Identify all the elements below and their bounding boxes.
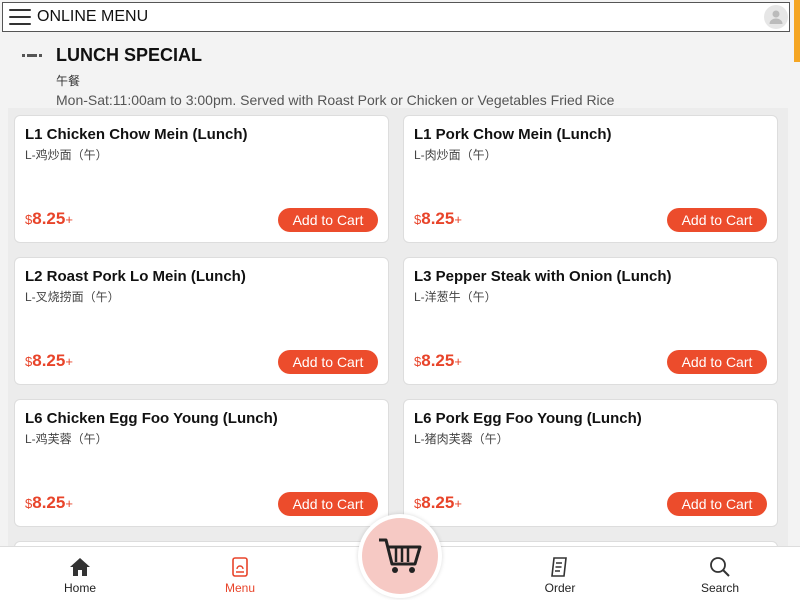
item-price: $8.25+ bbox=[414, 209, 462, 228]
nav-menu-label: Menu bbox=[224, 581, 256, 595]
item-subtitle: L-叉烧捞面（午） bbox=[25, 290, 120, 304]
nav-home[interactable]: Home bbox=[40, 555, 120, 595]
menu-item-card[interactable]: L6 Pork Egg Foo Young (Lunch) L-猪肉芙蓉（午） … bbox=[403, 399, 778, 527]
nav-search-label: Search bbox=[700, 581, 740, 595]
scrollbar-thumb[interactable] bbox=[794, 0, 800, 62]
add-to-cart-button[interactable]: Add to Cart bbox=[278, 492, 378, 516]
item-name: L6 Chicken Egg Foo Young (Lunch) bbox=[25, 410, 278, 427]
menu-item-card[interactable]: L6 Chicken Egg Foo Young (Lunch) L-鸡芙蓉（午… bbox=[14, 399, 389, 527]
item-subtitle: L-鸡芙蓉（午） bbox=[25, 432, 108, 446]
section-list-icon bbox=[22, 54, 43, 58]
item-name: L1 Pork Chow Mein (Lunch) bbox=[414, 126, 612, 143]
menu-icon[interactable] bbox=[9, 9, 31, 25]
item-price: $8.25+ bbox=[414, 351, 462, 370]
menu-item-card[interactable]: L1 Pork Chow Mein (Lunch) L-肉炒面（午） $8.25… bbox=[403, 115, 778, 243]
add-to-cart-button[interactable]: Add to Cart bbox=[278, 208, 378, 232]
menu-item-card[interactable]: L3 Pepper Steak with Onion (Lunch) L-洋葱牛… bbox=[403, 257, 778, 385]
order-icon bbox=[547, 555, 573, 579]
add-to-cart-button[interactable]: Add to Cart bbox=[667, 350, 767, 374]
item-price: $8.25+ bbox=[414, 493, 462, 512]
menu-item-card[interactable]: L1 Chicken Chow Mein (Lunch) L-鸡炒面（午） $8… bbox=[14, 115, 389, 243]
item-subtitle: L-猪肉芙蓉（午） bbox=[414, 432, 509, 446]
nav-order-label: Order bbox=[544, 581, 576, 595]
item-price: $8.25+ bbox=[25, 351, 73, 370]
section-subtitle: 午餐 bbox=[56, 74, 81, 88]
top-bar: ONLINE MENU bbox=[2, 2, 790, 32]
cart-button[interactable] bbox=[358, 514, 442, 598]
item-price: $8.25+ bbox=[25, 493, 73, 512]
item-price: $8.25+ bbox=[25, 209, 73, 228]
user-icon[interactable] bbox=[764, 5, 788, 29]
nav-search[interactable]: Search bbox=[680, 555, 760, 595]
nav-home-label: Home bbox=[63, 581, 96, 595]
item-name: L2 Roast Pork Lo Mein (Lunch) bbox=[25, 268, 246, 285]
item-subtitle: L-鸡炒面（午） bbox=[25, 148, 108, 162]
item-subtitle: L-肉炒面（午） bbox=[414, 148, 497, 162]
item-name: L6 Pork Egg Foo Young (Lunch) bbox=[414, 410, 642, 427]
app-title: ONLINE MENU bbox=[37, 8, 149, 25]
menu-grid: L1 Chicken Chow Mein (Lunch) L-鸡炒面（午） $8… bbox=[8, 108, 788, 561]
item-subtitle: L-洋葱牛（午） bbox=[414, 290, 497, 304]
add-to-cart-button[interactable]: Add to Cart bbox=[667, 492, 767, 516]
search-icon bbox=[707, 555, 733, 579]
section-description: Mon-Sat:11:00am to 3:00pm. Served with R… bbox=[56, 92, 615, 108]
nav-menu[interactable]: Menu bbox=[200, 555, 280, 595]
section-title: LUNCH SPECIAL bbox=[56, 45, 203, 65]
cart-icon bbox=[379, 538, 422, 573]
item-name: L1 Chicken Chow Mein (Lunch) bbox=[25, 126, 248, 143]
add-to-cart-button[interactable]: Add to Cart bbox=[667, 208, 767, 232]
add-to-cart-button[interactable]: Add to Cart bbox=[278, 350, 378, 374]
nav-order[interactable]: Order bbox=[520, 555, 600, 595]
home-icon bbox=[67, 555, 93, 579]
item-name: L3 Pepper Steak with Onion (Lunch) bbox=[414, 268, 672, 285]
menu-item-card[interactable]: L2 Roast Pork Lo Mein (Lunch) L-叉烧捞面（午） … bbox=[14, 257, 389, 385]
menu-book-icon bbox=[227, 555, 253, 579]
